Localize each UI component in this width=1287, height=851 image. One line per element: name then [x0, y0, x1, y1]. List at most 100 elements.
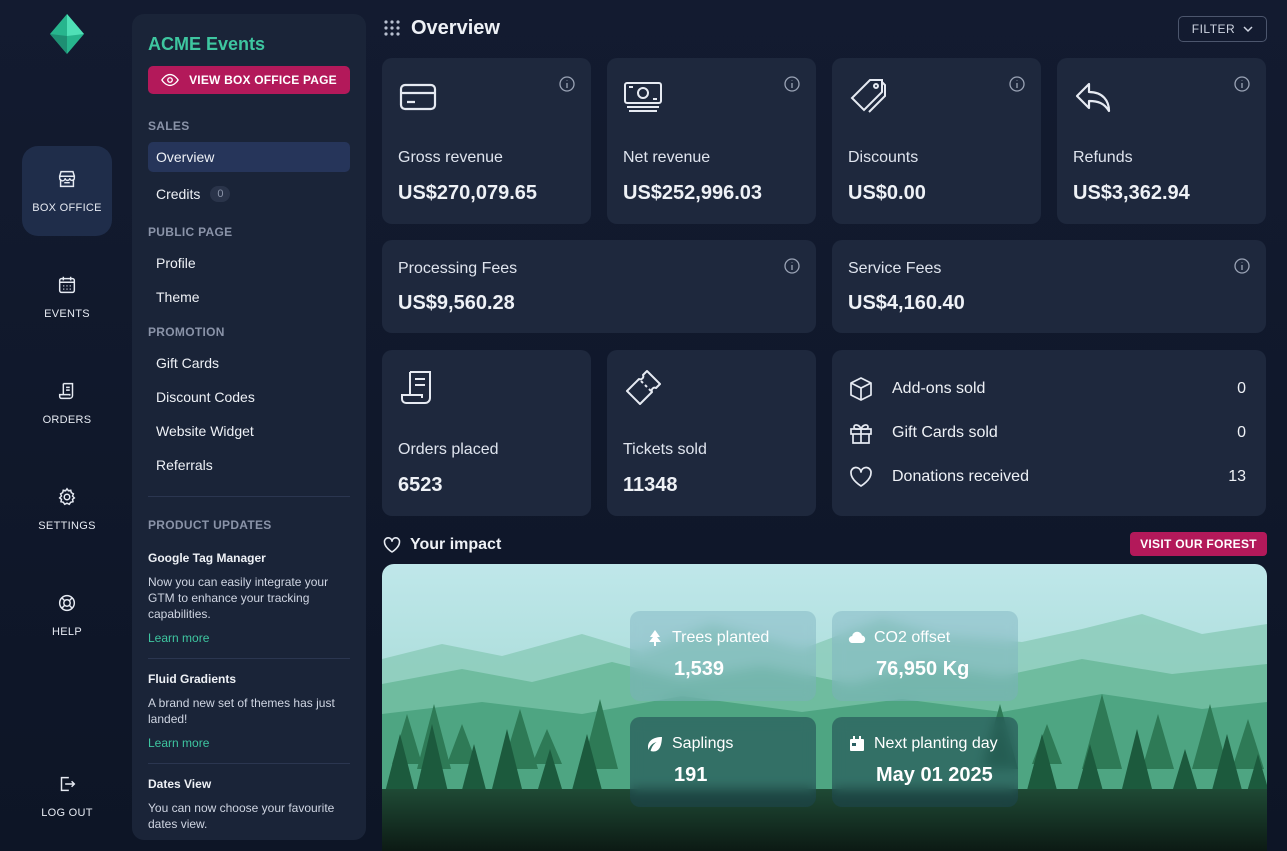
- left-rail: BOX OFFICE EVENTS ORDERS SETTINGS HELP L…: [0, 0, 132, 851]
- card-label: Gross revenue: [398, 149, 503, 166]
- rail-settings[interactable]: SETTINGS: [22, 464, 112, 554]
- processing-fees-card: Processing Fees US$9,560.28: [382, 240, 816, 333]
- view-box-office-button[interactable]: VIEW BOX OFFICE PAGE: [148, 66, 350, 94]
- rail-label: EVENTS: [44, 308, 90, 320]
- refunds-card: Refunds US$3,362.94: [1057, 58, 1266, 224]
- gross-revenue-card: Gross revenue US$270,079.65: [382, 58, 591, 224]
- extras-value: 0: [1237, 380, 1246, 397]
- card-label: Service Fees: [848, 260, 942, 277]
- update-title: Dates View: [148, 777, 212, 791]
- tickets-sold-card: Tickets sold 11348: [607, 350, 816, 516]
- nav-label: Overview: [156, 149, 215, 165]
- calendar-icon: [58, 276, 76, 294]
- rail-label: ORDERS: [42, 414, 92, 426]
- nav-credits[interactable]: Credits 0: [148, 179, 350, 209]
- card-value: US$4,160.40: [848, 292, 965, 314]
- card-label: Refunds: [1073, 149, 1133, 166]
- page-title: Overview: [411, 16, 500, 39]
- orders-placed-card: Orders placed 6523: [382, 350, 591, 516]
- stat-label: CO2 offset: [848, 629, 950, 647]
- visit-forest-button[interactable]: VISIT OUR FOREST: [1130, 532, 1267, 556]
- learn-more-link[interactable]: Learn more: [148, 736, 209, 750]
- rail-orders[interactable]: ORDERS: [22, 358, 112, 448]
- rail-help[interactable]: HELP: [22, 570, 112, 660]
- stat-label-text: CO2 offset: [874, 629, 951, 646]
- info-icon[interactable]: [559, 76, 575, 92]
- chevron-down-icon: [1243, 26, 1253, 33]
- card-label: Tickets sold: [623, 441, 707, 458]
- nav-gift-cards[interactable]: Gift Cards: [148, 348, 350, 378]
- tag-icon: [850, 79, 886, 113]
- nav-profile[interactable]: Profile: [148, 248, 350, 278]
- forest-panel: Trees planted 1,539 CO2 offset 76,950 Kg…: [382, 564, 1267, 851]
- nav-label: Credits: [156, 186, 201, 202]
- filter-label: FILTER: [1191, 22, 1236, 36]
- card-value: 6523: [398, 474, 443, 496]
- cloud-icon: [848, 631, 866, 644]
- receipt-icon: [58, 382, 74, 400]
- learn-more-link[interactable]: Learn more: [148, 631, 209, 645]
- stat-label: Saplings: [646, 735, 733, 753]
- nav-theme[interactable]: Theme: [148, 282, 350, 312]
- org-name: ACME Events: [148, 34, 266, 54]
- extras-label: Add-ons sold: [892, 380, 986, 397]
- sidebar: ACME Events VIEW BOX OFFICE PAGE SALES O…: [132, 14, 366, 840]
- rail-events[interactable]: EVENTS: [22, 252, 112, 342]
- stat-label: Next planting day: [848, 735, 998, 753]
- update-text: A brand new set of themes has just lande…: [148, 696, 335, 726]
- info-icon[interactable]: [1234, 258, 1250, 274]
- impact-title: Your impact: [410, 536, 502, 553]
- next-planting-stat: Next planting day May 01 2025: [832, 717, 1018, 807]
- page-header: Overview: [383, 16, 500, 40]
- card-value: US$252,996.03: [623, 182, 763, 204]
- box-icon: [850, 377, 872, 401]
- stat-label: Trees planted: [646, 629, 769, 647]
- divider: [148, 496, 350, 497]
- impact-header: Your impact: [383, 536, 501, 554]
- info-icon[interactable]: [784, 258, 800, 274]
- stat-label-text: Trees planted: [672, 629, 770, 646]
- trees-planted-stat: Trees planted 1,539: [630, 611, 816, 701]
- view-box-office-label: VIEW BOX OFFICE PAGE: [189, 73, 337, 87]
- nav-label: Referrals: [156, 457, 213, 473]
- reply-icon: [1075, 82, 1111, 113]
- card-label: Net revenue: [623, 149, 711, 166]
- donations-row: Donations received 13: [848, 463, 1246, 491]
- info-icon[interactable]: [784, 76, 800, 92]
- heart-icon: [850, 466, 872, 487]
- update-text: Now you can easily integrate your GTM to…: [148, 575, 329, 621]
- info-icon[interactable]: [1009, 76, 1025, 92]
- logo-icon[interactable]: [50, 14, 84, 54]
- nav-label: Discount Codes: [156, 389, 255, 405]
- nav-discount-codes[interactable]: Discount Codes: [148, 382, 350, 412]
- update-title: Fluid Gradients: [148, 672, 237, 686]
- extras-card: Add-ons sold 0 Gift Cards sold 0 Donatio…: [832, 350, 1266, 516]
- co2-offset-stat: CO2 offset 76,950 Kg: [832, 611, 1018, 701]
- stat-value: 191: [674, 764, 708, 786]
- logout-icon: [60, 776, 76, 792]
- stat-value: 76,950 Kg: [876, 658, 970, 680]
- rail-box-office[interactable]: BOX OFFICE: [22, 146, 112, 236]
- card-value: 11348: [623, 474, 678, 496]
- section-product-updates: PRODUCT UPDATES: [148, 518, 272, 532]
- info-icon[interactable]: [1234, 76, 1250, 92]
- card-label: Discounts: [848, 149, 919, 166]
- rail-label: LOG OUT: [41, 807, 93, 819]
- credit-card-icon: [399, 83, 437, 111]
- rail-logout[interactable]: LOG OUT: [22, 751, 112, 841]
- card-value: US$270,079.65: [398, 182, 538, 204]
- nav-referrals[interactable]: Referrals: [148, 450, 350, 480]
- heart-icon: [383, 537, 401, 553]
- nav-overview[interactable]: Overview: [148, 142, 350, 172]
- tree-icon: [649, 630, 661, 646]
- card-value: US$9,560.28: [398, 292, 515, 314]
- section-sales: SALES: [148, 119, 190, 133]
- stat-label-text: Saplings: [672, 735, 734, 752]
- credits-badge: 0: [210, 186, 231, 202]
- filter-button[interactable]: FILTER: [1178, 16, 1267, 42]
- nav-label: Website Widget: [156, 423, 254, 439]
- extras-label: Gift Cards sold: [892, 424, 998, 441]
- rail-label: SETTINGS: [38, 520, 96, 532]
- nav-website-widget[interactable]: Website Widget: [148, 416, 350, 446]
- visit-forest-label: VISIT OUR FOREST: [1140, 537, 1257, 551]
